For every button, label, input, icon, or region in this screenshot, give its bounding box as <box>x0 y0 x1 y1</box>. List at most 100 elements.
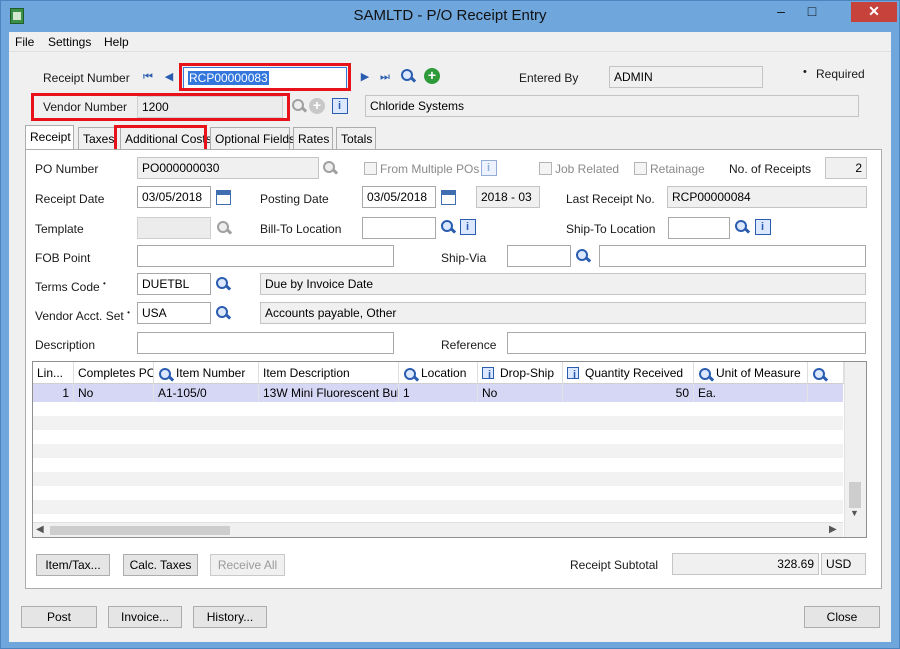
item-number-finder-icon[interactable] <box>158 367 171 380</box>
last-record-icon[interactable]: ⏭ <box>379 71 391 83</box>
next-record-icon[interactable]: ▶ <box>359 71 371 83</box>
bill-to-info-icon[interactable] <box>460 219 476 235</box>
cell-item-number[interactable]: A1-105/0 <box>154 384 259 402</box>
vendor-acct-set-input[interactable]: USA <box>137 302 211 324</box>
tab-totals[interactable]: Totals <box>336 127 376 149</box>
bill-to-label: Bill-To Location <box>260 222 342 236</box>
uom-finder-icon[interactable] <box>698 367 711 380</box>
post-button[interactable]: Post <box>21 606 97 628</box>
vendor-acct-set-label-text: Vendor Acct. Set <box>35 309 124 323</box>
po-number-field: PO000000030 <box>137 157 319 179</box>
posting-date-calendar-icon[interactable] <box>441 190 456 205</box>
invoice-button[interactable]: Invoice... <box>108 606 182 628</box>
menu-settings[interactable]: Settings <box>48 35 91 49</box>
menu-file[interactable]: File <box>15 35 34 49</box>
ship-to-input[interactable] <box>668 217 730 239</box>
receive-all-button: Receive All <box>210 554 285 576</box>
cell-drop-ship[interactable]: No <box>478 384 563 402</box>
ship-via-input[interactable] <box>507 245 571 267</box>
highlight-receipt-number <box>179 63 351 91</box>
menu-bar: File Settings Help <box>9 32 891 52</box>
vendor-finder-icon <box>291 98 307 114</box>
cell-location[interactable]: 1 <box>399 384 478 402</box>
ship-via-finder-icon[interactable] <box>575 248 591 264</box>
col-header-drop-ship[interactable]: Drop-Ship <box>478 362 563 384</box>
grid-horizontal-scrollbar[interactable]: ◀ ▶ <box>33 522 843 537</box>
history-button[interactable]: History... <box>193 606 267 628</box>
grid-vertical-scrollbar[interactable]: ▼ <box>844 362 866 537</box>
terms-desc-field: Due by Invoice Date <box>260 273 866 295</box>
terms-finder-icon[interactable] <box>215 276 231 292</box>
extra-finder-icon[interactable] <box>812 367 825 380</box>
col-header-location[interactable]: Location <box>399 362 478 384</box>
last-receipt-label: Last Receipt No. <box>566 192 655 206</box>
col-header-completes-po[interactable]: Completes PO <box>74 362 154 384</box>
scroll-down-icon[interactable]: ▼ <box>850 508 859 518</box>
vendor-name-field: Chloride Systems <box>365 95 859 117</box>
location-header-text: Location <box>421 366 467 380</box>
po-info-icon <box>481 160 497 176</box>
bill-to-finder-icon[interactable] <box>440 219 456 235</box>
receipt-date-input[interactable]: 03/05/2018 <box>137 186 211 208</box>
posting-date-input[interactable]: 03/05/2018 <box>362 186 436 208</box>
receipt-subtotal-field: 328.69 <box>672 553 819 575</box>
description-input[interactable] <box>137 332 394 354</box>
maximize-button[interactable]: □ <box>798 2 826 22</box>
vendor-info-icon[interactable] <box>332 98 348 114</box>
new-receipt-icon[interactable]: + <box>424 68 440 84</box>
cell-completes-po[interactable]: No <box>74 384 154 402</box>
tab-rates[interactable]: Rates <box>293 127 333 149</box>
close-window-button[interactable]: ✕ <box>851 2 897 22</box>
uom-header-text: Unit of Measure <box>716 366 801 380</box>
receipt-date-label: Receipt Date <box>35 192 105 206</box>
template-field <box>137 217 211 239</box>
required-label: Required <box>816 67 865 81</box>
fob-point-input[interactable] <box>137 245 394 267</box>
col-header-quantity-received[interactable]: Quantity Received <box>563 362 694 384</box>
tab-optional-fields[interactable]: Optional Fields <box>210 127 295 149</box>
ship-to-label: Ship-To Location <box>566 222 656 236</box>
ship-to-finder-icon[interactable] <box>734 219 750 235</box>
tab-taxes[interactable]: Taxes <box>78 127 116 149</box>
scroll-right-icon[interactable]: ▶ <box>829 524 837 535</box>
last-receipt-field: RCP00000084 <box>667 186 867 208</box>
minimize-button[interactable]: – <box>767 2 795 22</box>
previous-record-icon[interactable]: ◀ <box>163 71 175 83</box>
ship-to-info-icon[interactable] <box>755 219 771 235</box>
retainage-checkbox <box>634 162 647 175</box>
scrollbar-thumb[interactable] <box>849 482 861 508</box>
bill-to-input[interactable] <box>362 217 436 239</box>
location-finder-icon[interactable] <box>403 367 416 380</box>
acct-set-finder-icon[interactable] <box>215 305 231 321</box>
hscroll-thumb[interactable] <box>50 526 230 535</box>
receipt-date-calendar-icon[interactable] <box>216 190 231 205</box>
ship-via-desc-input[interactable] <box>599 245 866 267</box>
menu-help[interactable]: Help <box>104 35 129 49</box>
col-header-item-description[interactable]: Item Description <box>259 362 399 384</box>
reference-input[interactable] <box>507 332 866 354</box>
entered-by-field: ADMIN <box>609 66 763 88</box>
ship-via-label: Ship-Via <box>441 251 487 265</box>
col-header-item-number[interactable]: Item Number <box>154 362 259 384</box>
calc-taxes-button[interactable]: Calc. Taxes <box>123 554 198 576</box>
cell-unit-of-measure[interactable]: Ea. <box>694 384 808 402</box>
cell-line[interactable]: 1 <box>33 384 74 402</box>
tab-receipt[interactable]: Receipt <box>25 125 74 150</box>
window-title: SAMLTD - P/O Receipt Entry <box>353 7 547 24</box>
close-button[interactable]: Close <box>804 606 880 628</box>
col-header-line[interactable]: Lin... <box>33 362 74 384</box>
terms-code-input[interactable]: DUETBL <box>137 273 211 295</box>
item-tax-button[interactable]: Item/Tax... <box>36 554 110 576</box>
receipt-finder-icon[interactable] <box>400 68 416 84</box>
from-multiple-pos-label: From Multiple POs <box>380 162 480 176</box>
scroll-left-icon[interactable]: ◀ <box>36 524 44 535</box>
empty-row <box>33 472 843 486</box>
first-record-icon[interactable]: ⏮ <box>142 71 154 83</box>
col-header-extra[interactable] <box>808 362 844 384</box>
cell-quantity-received[interactable]: 50 <box>563 384 694 402</box>
cell-item-description[interactable]: 13W Mini Fluorescent Bulb <box>259 384 399 402</box>
quantity-info-icon[interactable] <box>567 367 579 381</box>
col-header-unit-of-measure[interactable]: Unit of Measure <box>694 362 808 384</box>
template-label: Template <box>35 222 84 236</box>
drop-ship-info-icon[interactable] <box>482 367 494 381</box>
